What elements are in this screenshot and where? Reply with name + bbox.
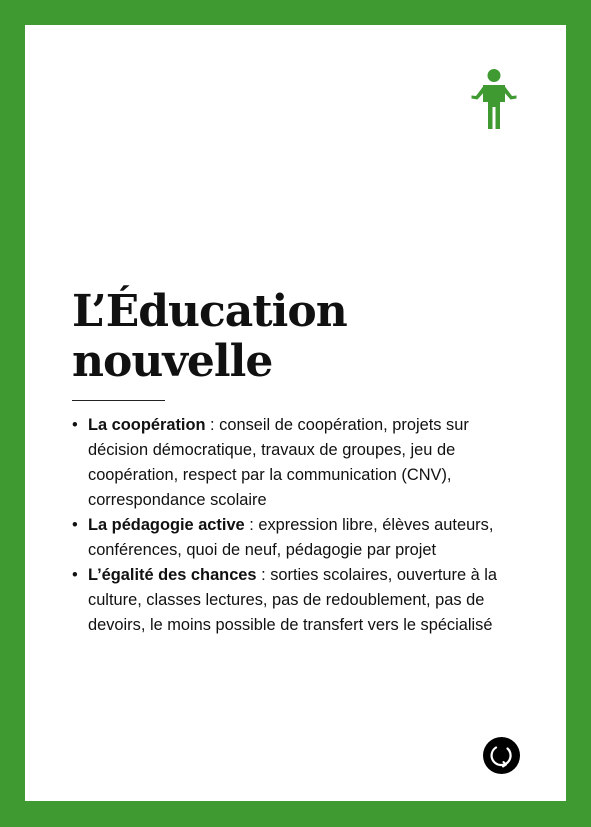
title-line-2: nouvelle [72, 336, 273, 387]
item-term: La coopération [88, 416, 206, 434]
title-underline [72, 400, 165, 401]
bullet: • [72, 416, 78, 434]
list-item: • L’égalité des chances : sorties scolair… [72, 563, 532, 638]
bullet: • [72, 516, 78, 534]
card: L’Éducation nouvelle • La coopération : c… [25, 25, 566, 801]
circular-arrow-icon [483, 737, 520, 774]
person-shrugging-icon [471, 69, 517, 129]
list-item: • La pédagogie active : expression libre,… [72, 513, 532, 563]
bullet: • [72, 566, 78, 584]
bullet-list: • La coopération : conseil de coopération… [72, 413, 532, 638]
title-line-1: L’Éducation [72, 286, 348, 337]
item-term: L’égalité des chances [88, 566, 257, 584]
card-title: L’Éducation nouvelle [72, 286, 348, 387]
list-item: • La coopération : conseil de coopération… [72, 413, 532, 513]
item-term: La pédagogie active [88, 516, 245, 534]
